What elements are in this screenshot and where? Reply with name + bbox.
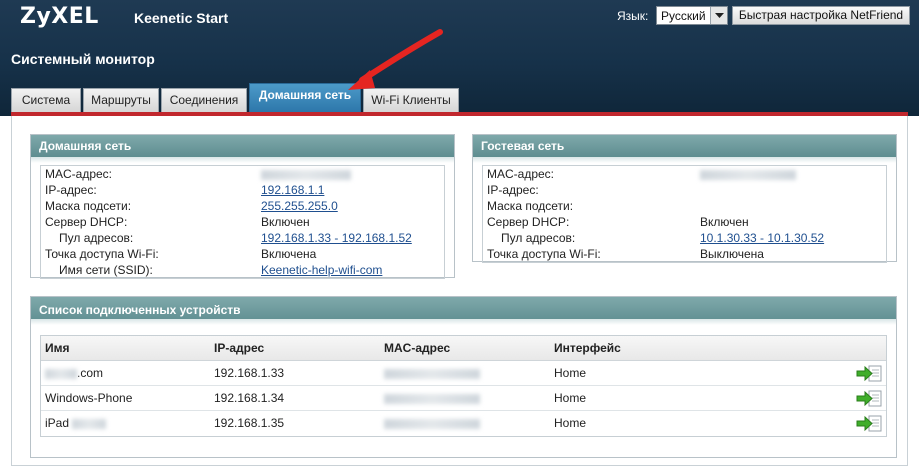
green-arrow-add-icon[interactable] [856, 364, 882, 383]
devices-title: Список подключенных устройств [31, 297, 896, 325]
home-mac-label: MAC-адрес: [45, 167, 113, 181]
language-label: Язык: [617, 9, 649, 23]
devices-table: Имя IP-адрес MAC-адрес Интерфейс .com 19… [40, 335, 887, 437]
device-name: .com [45, 361, 103, 386]
home-mask-label: Маска подсети: [45, 199, 132, 213]
home-network-panel: Домашняя сеть MAC-адрес: IP-адрес: 192.1… [30, 134, 455, 279]
col-ip: IP-адрес [214, 341, 265, 355]
home-network-title: Домашняя сеть [31, 135, 454, 163]
device-ip: 192.168.1.34 [214, 391, 285, 405]
home-mac-row: MAC-адрес: [41, 166, 444, 182]
device-name: iPad [45, 411, 107, 436]
quick-setup-button[interactable]: Быстрая настройка NetFriend [732, 6, 910, 25]
brand-logo: ZyXEL [20, 4, 99, 29]
table-row: iPad 192.168.1.35 Home [41, 411, 886, 436]
tab-routes[interactable]: Маршруты [83, 88, 159, 112]
dropdown-arrow-icon[interactable] [710, 7, 727, 24]
device-mac [384, 411, 480, 436]
guest-network-details: MAC-адрес: IP-адрес: Маска подсети: Серв… [482, 165, 887, 263]
guest-mac-value [700, 166, 796, 182]
tab-home-network[interactable]: Домашняя сеть [249, 83, 361, 112]
language-selected: Русский [661, 9, 706, 23]
guest-network-panel: Гостевая сеть MAC-адрес: IP-адрес: Маска… [472, 134, 897, 263]
device-mac [384, 361, 480, 386]
device-interface: Home [554, 416, 587, 430]
home-wifi-label: Точка доступа Wi-Fi: [45, 247, 159, 261]
guest-pool-link[interactable]: 10.1.30.33 - 10.1.30.52 [700, 230, 824, 246]
guest-wifi-value: Выключена [700, 247, 764, 261]
tab-system[interactable]: Система [11, 88, 81, 112]
home-mac-value [261, 166, 351, 182]
guest-dhcp-row: Сервер DHCP: Включен [483, 214, 886, 230]
col-name: Имя [45, 341, 70, 355]
guest-wifi-row: Точка доступа Wi-Fi: Выключена [483, 246, 886, 262]
device-ip: 192.168.1.33 [214, 366, 285, 380]
guest-mask-row: Маска подсети: [483, 198, 886, 214]
table-row: Windows-Phone 192.168.1.34 Home [41, 386, 886, 411]
home-dhcp-label: Сервер DHCP: [45, 215, 128, 229]
device-interface: Home [554, 366, 587, 380]
main-content: Домашняя сеть MAC-адрес: IP-адрес: 192.1… [11, 116, 908, 466]
home-dhcp-value: Включен [261, 215, 310, 229]
guest-wifi-label: Точка доступа Wi-Fi: [487, 247, 601, 261]
home-ssid-row: Имя сети (SSID): Keenetic-help-wifi-com [41, 262, 444, 278]
page-title: Системный монитор [11, 51, 155, 67]
device-interface: Home [554, 391, 587, 405]
home-network-details: MAC-адрес: IP-адрес: 192.168.1.1 Маска п… [40, 165, 445, 279]
guest-mac-label: MAC-адрес: [487, 167, 555, 181]
home-ip-label: IP-адрес: [45, 183, 97, 197]
col-mac: MAC-адрес [384, 341, 451, 355]
devices-panel: Список подключенных устройств Имя IP-адр… [30, 296, 897, 458]
table-row: .com 192.168.1.33 Home [41, 361, 886, 386]
guest-dhcp-label: Сервер DHCP: [487, 215, 570, 229]
home-pool-label: Пул адресов: [59, 231, 134, 245]
guest-pool-label: Пул адресов: [501, 231, 576, 245]
home-wifi-row: Точка доступа Wi-Fi: Включена [41, 246, 444, 262]
tab-connections[interactable]: Соединения [161, 88, 247, 112]
home-ssid-label: Имя сети (SSID): [59, 263, 153, 277]
devices-table-header: Имя IP-адрес MAC-адрес Интерфейс [41, 336, 886, 361]
home-pool-link[interactable]: 192.168.1.33 - 192.168.1.52 [261, 230, 412, 246]
home-mask-row: Маска подсети: 255.255.255.0 [41, 198, 444, 214]
device-ip: 192.168.1.35 [214, 416, 285, 430]
col-interface: Интерфейс [554, 341, 621, 355]
home-mask-link[interactable]: 255.255.255.0 [261, 198, 338, 214]
device-mac [384, 386, 480, 411]
green-arrow-add-icon[interactable] [856, 389, 882, 408]
language-select[interactable]: Русский [656, 6, 728, 25]
home-dhcp-row: Сервер DHCP: Включен [41, 214, 444, 230]
guest-network-title: Гостевая сеть [473, 135, 896, 163]
device-name: Windows-Phone [45, 391, 133, 405]
tab-wifi-clients[interactable]: Wi-Fi Клиенты [363, 88, 459, 112]
home-pool-row: Пул адресов: 192.168.1.33 - 192.168.1.52 [41, 230, 444, 246]
home-ssid-link[interactable]: Keenetic-help-wifi-com [261, 262, 382, 278]
home-ip-link[interactable]: 192.168.1.1 [261, 182, 324, 198]
guest-ip-row: IP-адрес: [483, 182, 886, 198]
guest-mask-label: Маска подсети: [487, 199, 574, 213]
home-wifi-value: Включена [261, 247, 317, 261]
guest-mac-row: MAC-адрес: [483, 166, 886, 182]
guest-ip-label: IP-адрес: [487, 183, 539, 197]
green-arrow-add-icon[interactable] [856, 414, 882, 433]
guest-dhcp-value: Включен [700, 215, 749, 229]
product-name: Keenetic Start [134, 10, 229, 26]
home-ip-row: IP-адрес: 192.168.1.1 [41, 182, 444, 198]
guest-pool-row: Пул адресов: 10.1.30.33 - 10.1.30.52 [483, 230, 886, 246]
